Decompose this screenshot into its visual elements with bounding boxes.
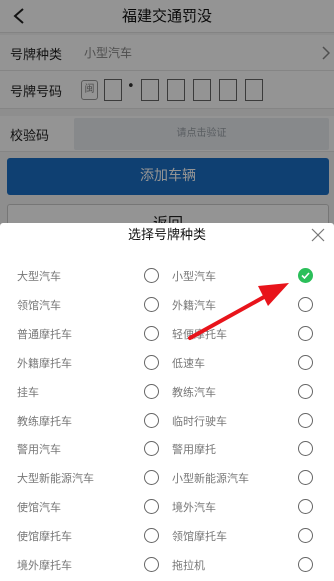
plate-type-option-label: 小型新能源汽车 [172, 472, 249, 486]
checkmark-icon [301, 272, 310, 279]
plate-type-option-label: 境外汽车 [172, 501, 216, 515]
plate-type-option-label: 拖拉机 [172, 559, 205, 572]
radio-checked-icon[interactable] [298, 268, 313, 283]
plate-type-option[interactable]: 境外汽车 [172, 493, 334, 522]
plate-type-option-label: 轻便摩托车 [172, 327, 227, 341]
radio-button[interactable] [144, 296, 159, 312]
plate-type-option[interactable]: 领馆汽车 [17, 291, 184, 320]
radio-button[interactable] [298, 557, 313, 572]
plate-type-option-label: 临时行驶车 [172, 414, 227, 428]
plate-type-option-label: 使馆汽车 [17, 501, 61, 515]
plate-type-option[interactable]: 领馆摩托车 [172, 522, 334, 551]
radio-button[interactable] [298, 383, 313, 399]
plate-type-option[interactable]: 境外摩托车 [17, 551, 184, 580]
radio-button[interactable] [144, 441, 159, 457]
radio-button[interactable] [298, 412, 313, 428]
plate-type-option[interactable]: 大型汽车 [17, 262, 184, 291]
plate-type-option[interactable]: 挂车 [17, 378, 184, 407]
plate-type-option[interactable]: 外籍摩托车 [17, 349, 184, 378]
radio-button[interactable] [144, 325, 159, 341]
radio-button[interactable] [144, 470, 159, 486]
plate-type-option-label: 境外摩托车 [17, 559, 72, 572]
plate-type-option[interactable]: 小型新能源汽车 [172, 464, 334, 493]
plate-type-option[interactable]: 教练汽车 [172, 378, 334, 407]
plate-type-option-label: 警用摩托 [172, 443, 216, 457]
plate-type-option-label: 警用汽车 [17, 443, 61, 457]
plate-type-option-label: 大型汽车 [17, 270, 61, 283]
plate-type-option[interactable]: 使馆汽车 [17, 493, 184, 522]
radio-button[interactable] [144, 528, 159, 544]
plate-type-option-label: 外籍摩托车 [17, 356, 72, 370]
radio-button[interactable] [298, 296, 313, 312]
plate-type-option[interactable]: 大型新能源汽车 [17, 464, 184, 493]
plate-type-option[interactable]: 拖拉机 [172, 551, 334, 580]
radio-button[interactable] [144, 557, 159, 572]
plate-type-option-label: 教练摩托车 [17, 414, 72, 428]
close-icon[interactable] [311, 228, 325, 242]
plate-type-option[interactable]: 警用汽车 [17, 435, 184, 464]
plate-type-option[interactable]: 轻便摩托车 [172, 320, 334, 349]
plate-type-option[interactable]: 普通摩托车 [17, 320, 184, 349]
plate-type-option[interactable]: 临时行驶车 [172, 407, 334, 436]
plate-type-option-label: 大型新能源汽车 [17, 472, 94, 486]
radio-button[interactable] [298, 325, 313, 341]
radio-button[interactable] [144, 383, 159, 399]
plate-type-option-label: 领馆摩托车 [172, 530, 227, 544]
plate-type-option-label: 领馆汽车 [17, 298, 61, 312]
plate-type-option-label: 使馆摩托车 [17, 530, 72, 544]
radio-button[interactable] [144, 499, 159, 515]
plate-type-option[interactable]: 小型汽车 [172, 262, 334, 291]
plate-type-option-label: 低速车 [172, 356, 205, 370]
radio-button[interactable] [298, 441, 313, 457]
plate-type-option[interactable]: 警用摩托 [172, 435, 334, 464]
sheet-title: 选择号牌种类 [127, 228, 206, 243]
plate-type-option[interactable]: 外籍汽车 [172, 291, 334, 320]
radio-button[interactable] [298, 528, 313, 544]
plate-type-option-label: 教练汽车 [172, 385, 216, 399]
plate-type-option[interactable]: 使馆摩托车 [17, 522, 184, 551]
plate-type-option[interactable]: 低速车 [172, 349, 334, 378]
radio-button[interactable] [144, 412, 159, 428]
radio-button[interactable] [144, 354, 159, 370]
plate-type-option[interactable]: 教练摩托车 [17, 407, 184, 436]
radio-button[interactable] [144, 268, 159, 283]
radio-button[interactable] [298, 470, 313, 486]
plate-type-picker-sheet: 选择号牌种类 大型汽车 小型汽车领馆汽车 外籍汽车普通摩托车 轻便摩托车外籍摩托车 低速… [0, 223, 334, 581]
plate-type-option-label: 小型汽车 [172, 270, 216, 283]
plate-type-option-label: 挂车 [17, 385, 39, 399]
plate-type-option-label: 外籍汽车 [172, 298, 216, 312]
plate-type-option-label: 普通摩托车 [17, 327, 72, 341]
radio-button[interactable] [298, 499, 313, 515]
radio-button[interactable] [298, 354, 313, 370]
